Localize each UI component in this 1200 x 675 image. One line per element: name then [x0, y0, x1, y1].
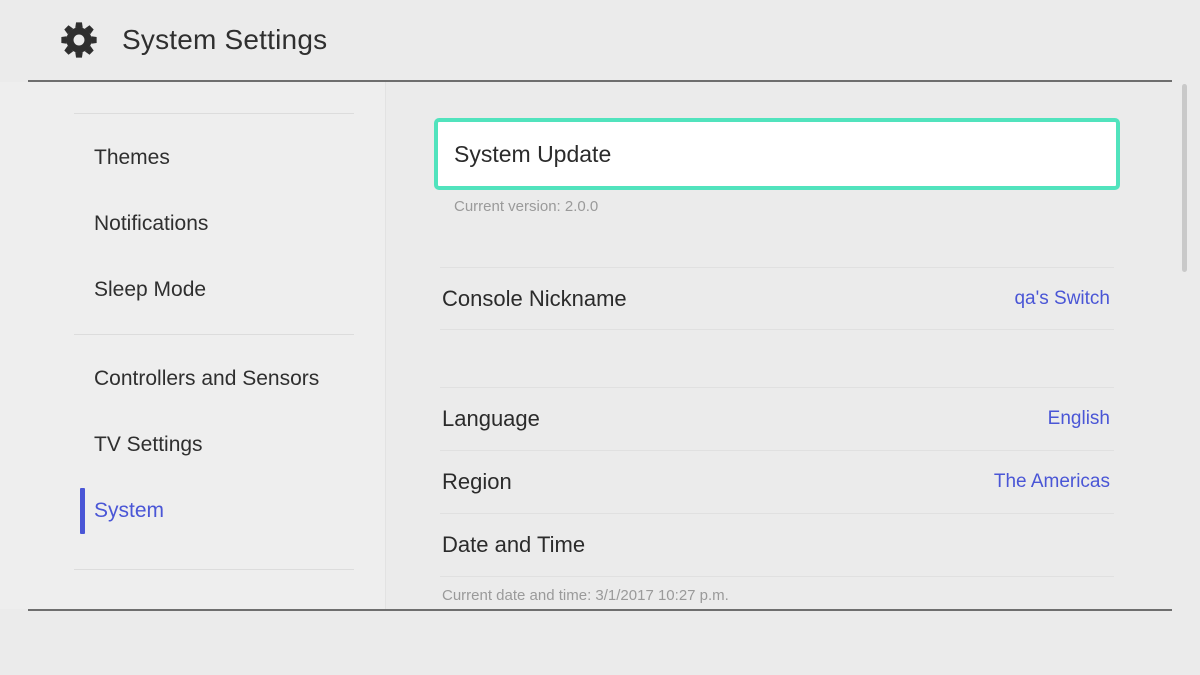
row-label: Region [442, 469, 512, 494]
content-area: amiibo Themes Notifications Sleep Mode C… [0, 82, 1200, 609]
sidebar-item-system[interactable]: System [0, 478, 385, 544]
row-label: Date and Time [442, 532, 586, 557]
vertical-scrollbar[interactable] [1182, 84, 1187, 272]
sidebar-item-label: Notifications [94, 212, 209, 235]
settings-sidebar[interactable]: amiibo Themes Notifications Sleep Mode C… [0, 82, 386, 609]
system-update-row[interactable]: System Update [434, 118, 1120, 190]
sidebar-item-amiibo[interactable]: amiibo [0, 82, 385, 102]
system-update-label: System Update [454, 140, 612, 167]
sidebar-item-label: System [94, 499, 165, 522]
language-row[interactable]: Language English [440, 388, 1114, 451]
console-nickname-row[interactable]: Console Nickname qa's Switch [440, 267, 1114, 330]
row-value: The Americas [993, 471, 1110, 492]
page-title: System Settings [122, 24, 328, 55]
sidebar-item-themes[interactable]: Themes [0, 125, 385, 191]
settings-row-list: Console Nickname qa's Switch Language En… [440, 267, 1114, 604]
sidebar-divider [74, 113, 354, 114]
sidebar-item-label: TV Settings [94, 433, 203, 456]
sidebar-item-label: Sleep Mode [94, 278, 207, 301]
sidebar-item-notifications[interactable]: Notifications [0, 191, 385, 257]
sidebar-divider [74, 334, 354, 335]
region-row[interactable]: Region The Americas [440, 451, 1114, 514]
settings-main-panel: System Update Current version: 2.0.0 Con… [386, 82, 1200, 609]
app-header: System Settings [0, 0, 1200, 80]
row-value: English [1047, 408, 1110, 429]
current-version-note: Current version: 2.0.0 [454, 198, 599, 215]
gear-icon [61, 22, 97, 58]
sidebar-scroll-container: amiibo Themes Notifications Sleep Mode C… [0, 82, 385, 581]
sidebar-item-controllers-and-sensors[interactable]: Controllers and Sensors [0, 346, 385, 412]
sidebar-item-label: Controllers and Sensors [94, 367, 320, 390]
date-and-time-row[interactable]: Date and Time [440, 514, 1114, 577]
sidebar-item-sleep-mode[interactable]: Sleep Mode [0, 257, 385, 323]
app-footer: B Back A OK [0, 611, 1200, 675]
sidebar-item-label: Themes [94, 146, 170, 169]
blank-row[interactable] [440, 330, 1114, 388]
row-label: Language [442, 406, 540, 431]
row-value: qa's Switch [1014, 287, 1110, 309]
current-date-time-note: Current date and time: 3/1/2017 10:27 p.… [442, 587, 729, 604]
sidebar-divider [74, 569, 354, 570]
row-label: Console Nickname [442, 285, 627, 311]
sidebar-item-tv-settings[interactable]: TV Settings [0, 412, 385, 478]
